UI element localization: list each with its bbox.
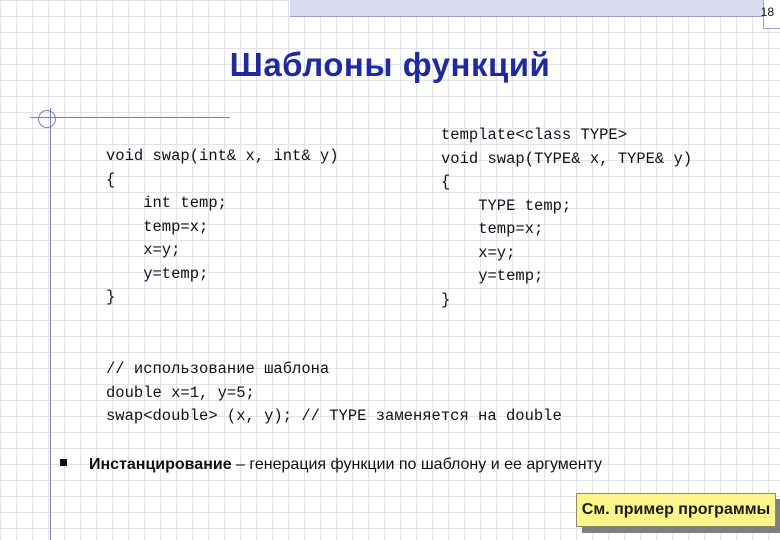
slide-title: Шаблоны функций (229, 46, 551, 83)
code-line: { (441, 173, 451, 191)
code-line: void swap(int& x, int& y) (106, 147, 339, 165)
code-line: int temp; (106, 194, 227, 212)
page-number: 18 (760, 5, 774, 19)
code-line: TYPE temp; (441, 196, 572, 215)
code-line: template<class TYPE> (441, 126, 628, 144)
decorative-vertical-line (50, 108, 51, 540)
code-line: void swap(TYPE& x, TYPE& y) (441, 149, 693, 168)
code-line: } (106, 288, 116, 306)
code-line: x=y; (106, 241, 181, 259)
bullet-item: Инстанцирование – генерация функции по ш… (60, 456, 602, 474)
code-block-template-swap: template<class TYPE> void swap(TYPE& x, … (441, 124, 692, 312)
code-line: // использование шаблона (106, 360, 330, 378)
header-bar (290, 0, 780, 17)
bullet-text: – генерация функции по шаблону и ее аргу… (231, 456, 603, 473)
code-line: y=temp; (106, 264, 209, 283)
code-line: double x=1, y=5; (106, 383, 255, 402)
code-line: { (106, 170, 116, 189)
code-line: swap<double> (x, y); // TYPE заменяется … (106, 407, 562, 425)
code-line: temp=x; (106, 217, 209, 236)
code-line: x=y; (441, 243, 516, 262)
example-program-button[interactable]: См. пример программы (576, 493, 776, 527)
code-line: } (441, 290, 451, 309)
bullet-term: Инстанцирование (89, 456, 232, 473)
code-line: temp=x; (441, 220, 544, 238)
code-block-usage: // использование шаблона double x=1, y=5… (106, 358, 562, 429)
code-block-plain-swap: void swap(int& x, int& y) { int temp; te… (106, 145, 339, 310)
decorative-horizontal-line (30, 117, 230, 118)
square-bullet-icon (60, 459, 67, 467)
code-line: y=temp; (441, 267, 544, 285)
decorative-circle (38, 110, 56, 128)
